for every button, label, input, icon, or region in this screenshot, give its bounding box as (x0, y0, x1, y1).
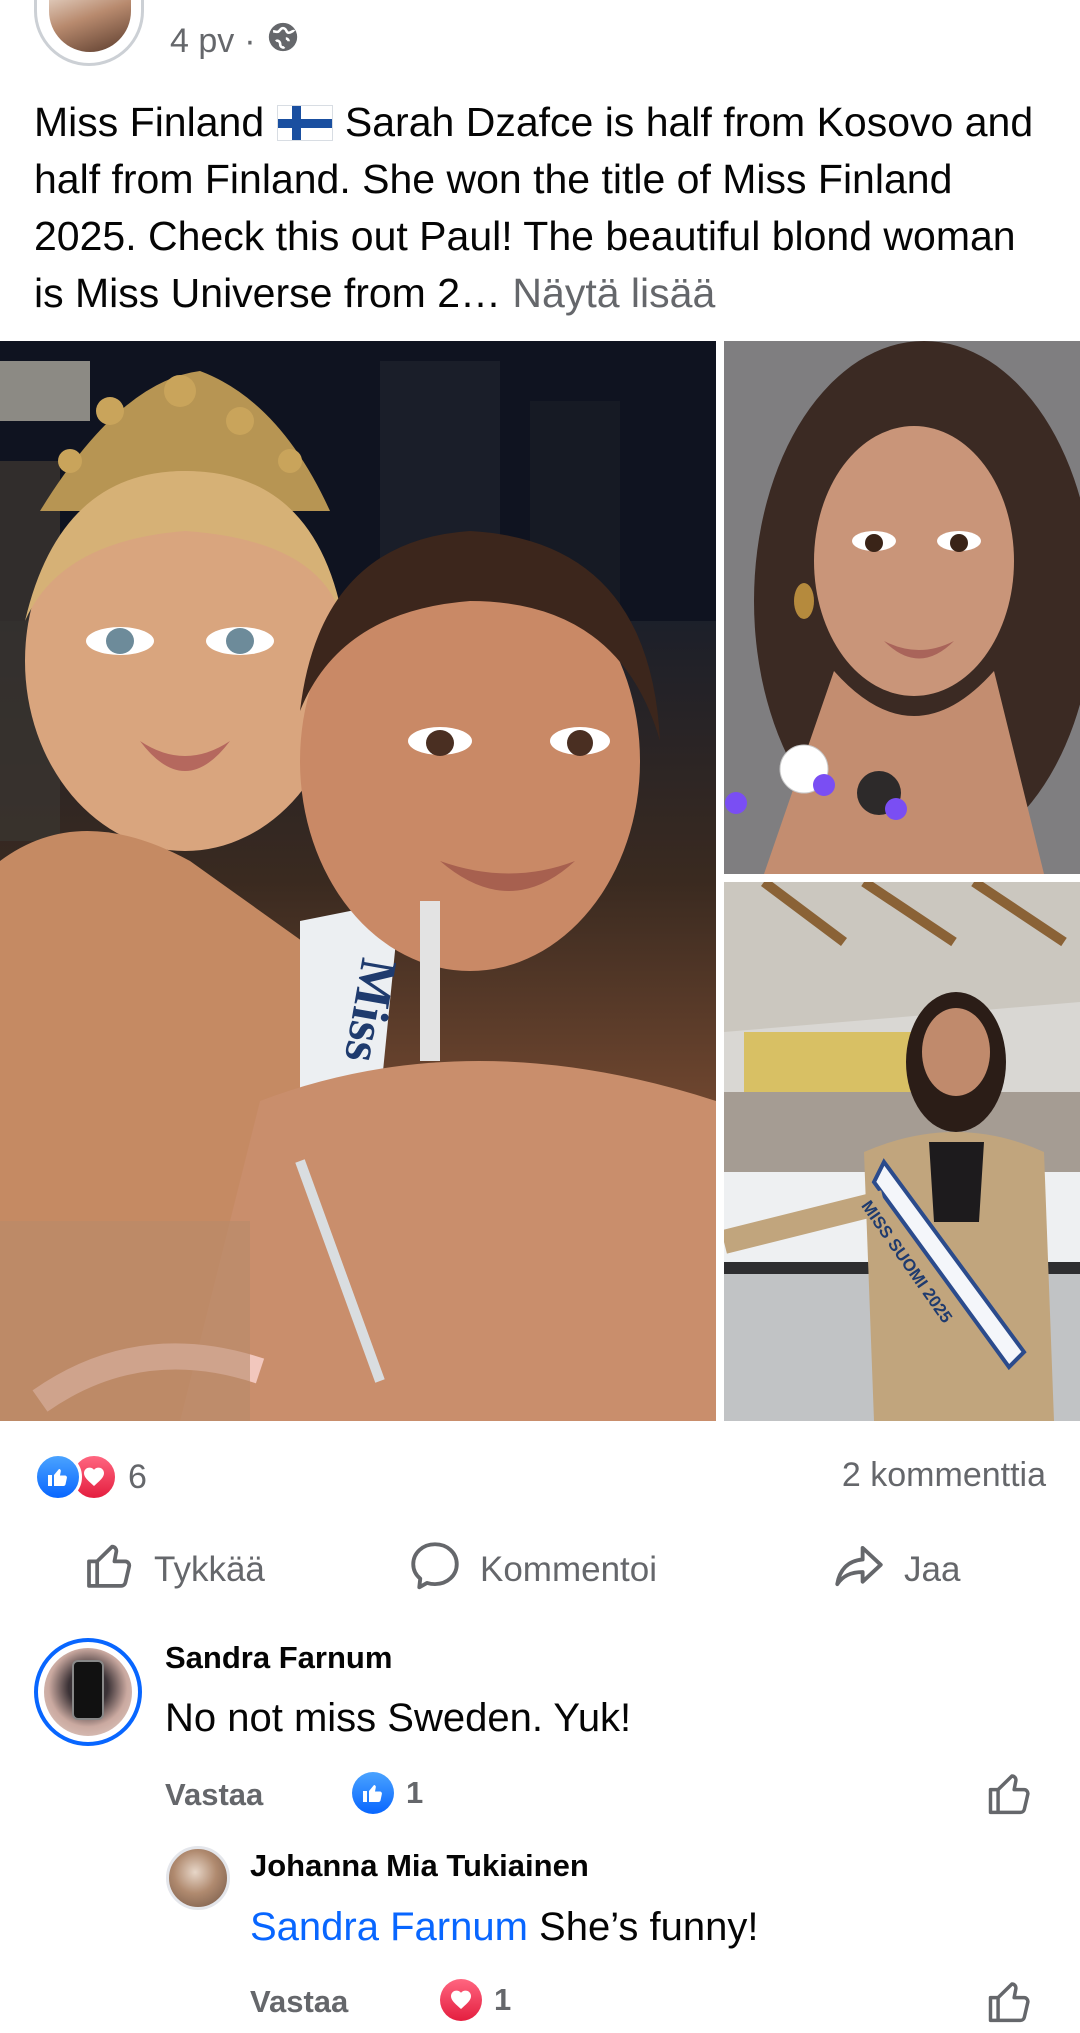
post-text: Miss Finland Sarah Dzafce is half from K… (34, 94, 1054, 322)
like-label: Tykkää (154, 1550, 265, 1589)
post-photo-arena[interactable]: MISS SUOMI 2025 (724, 882, 1080, 1421)
thumbs-up-icon (984, 1774, 1036, 1824)
reply-author[interactable]: Johanna Mia Tukiainen (250, 1848, 589, 1884)
share-label: Jaa (904, 1550, 961, 1589)
comment-text: No not miss Sweden. Yuk! (165, 1696, 632, 1740)
comment-label: Kommentoi (480, 1550, 658, 1589)
finland-flag-icon (277, 106, 332, 140)
like-icon (34, 1453, 82, 1501)
share-button[interactable]: Jaa (830, 1540, 960, 1600)
reply-avatar[interactable] (166, 1846, 230, 1910)
post-photo-portrait[interactable] (724, 341, 1080, 874)
reply-like-button[interactable] (984, 1976, 1036, 2033)
see-more-link[interactable]: Näytä lisää (512, 270, 715, 316)
reply-reaction[interactable]: 1 (440, 1979, 511, 2021)
reply-reaction-count: 1 (494, 1982, 512, 2017)
post-meta: 4 pv · (170, 20, 300, 63)
like-icon (352, 1772, 394, 1814)
reply-mention[interactable]: Sandra Farnum (250, 1905, 528, 1949)
reaction-count: 6 (128, 1457, 147, 1496)
post-photo-main[interactable]: Miss (0, 341, 716, 1421)
love-icon (440, 1979, 482, 2021)
comment-reaction-count: 1 (406, 1775, 424, 1810)
reply-text: Sandra Farnum She’s funny! (250, 1905, 758, 1950)
reaction-summary[interactable]: 6 (34, 1453, 147, 1501)
comment-bubble-icon (406, 1537, 464, 1604)
post-time[interactable]: 4 pv (170, 22, 234, 61)
thumbs-up-icon (984, 1982, 1036, 2032)
comment-author[interactable]: Sandra Farnum (165, 1640, 392, 1676)
meta-separator: · (244, 22, 256, 60)
globe-icon (266, 20, 300, 63)
share-arrow-icon (830, 1537, 888, 1604)
post-text-start: Miss Finland (34, 99, 276, 145)
comments-count[interactable]: 2 kommenttia (842, 1456, 1046, 1495)
comment-reaction[interactable]: 1 (352, 1772, 423, 1814)
comment-reply-button[interactable]: Vastaa (165, 1777, 263, 1813)
comment-avatar[interactable] (34, 1638, 142, 1746)
reply-reply-button[interactable]: Vastaa (250, 1984, 348, 2020)
comment-button[interactable]: Kommentoi (406, 1540, 657, 1600)
like-button[interactable]: Tykkää (82, 1540, 265, 1600)
reply-text-body: She’s funny! (527, 1905, 759, 1949)
thumbs-up-icon (82, 1538, 138, 1603)
post-author-avatar[interactable] (34, 0, 144, 66)
comment-like-button[interactable] (984, 1768, 1036, 1825)
